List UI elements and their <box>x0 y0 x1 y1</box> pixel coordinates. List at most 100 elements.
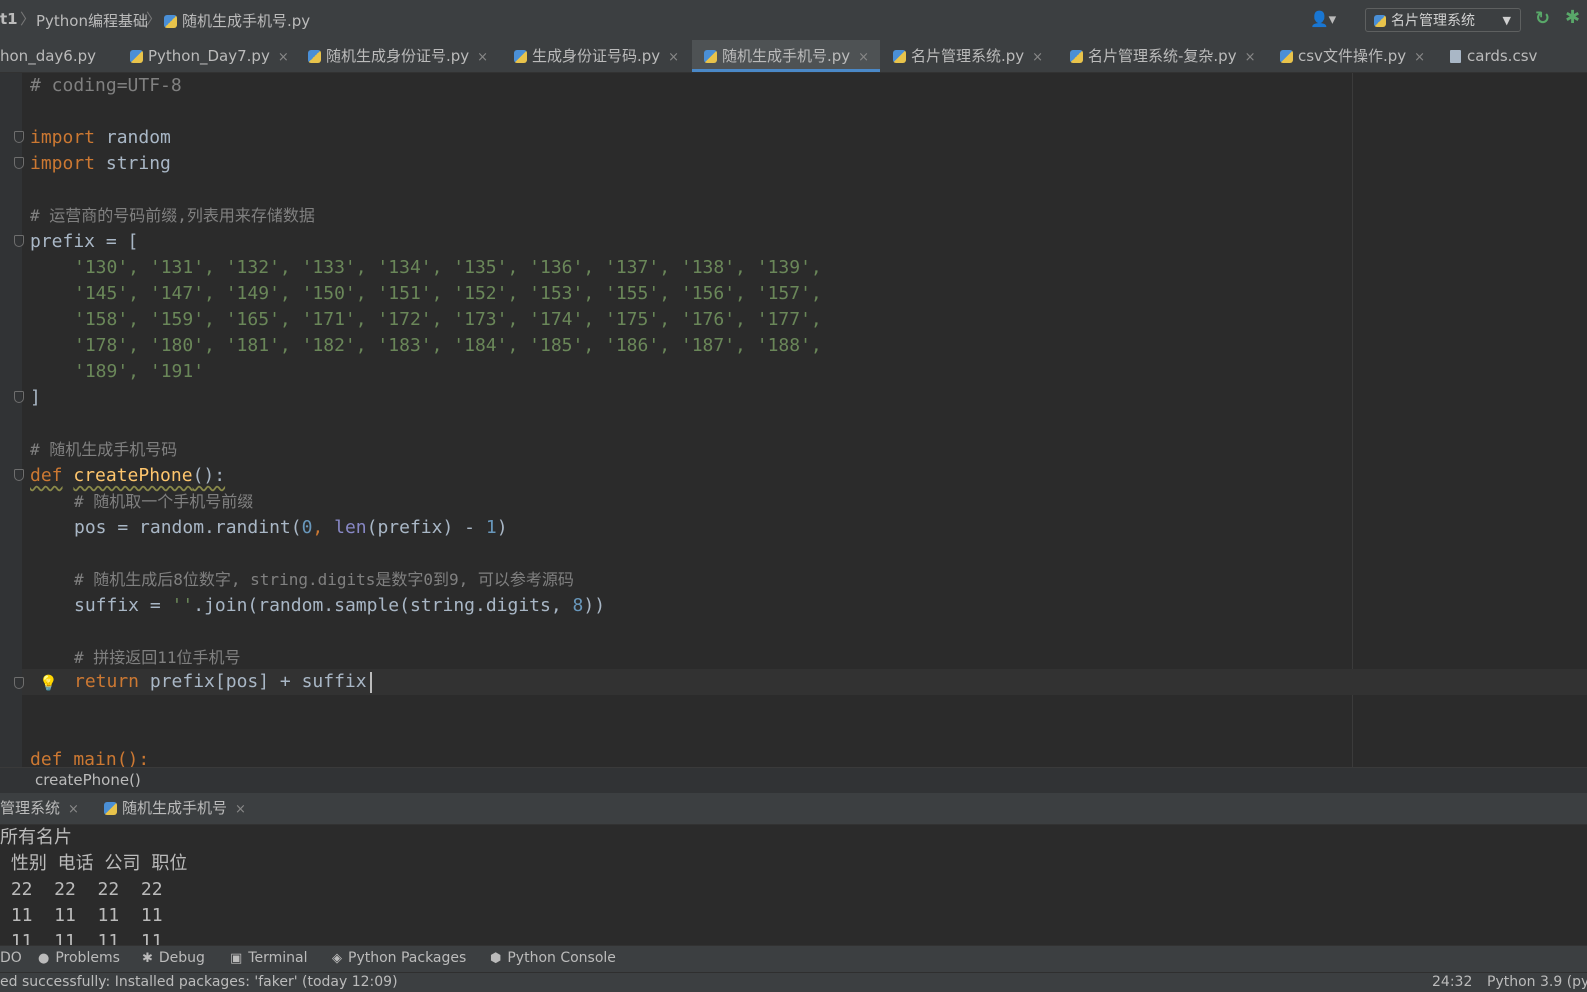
bug-icon: ✱ <box>142 951 153 966</box>
code-line: # 随机生成手机号码 <box>30 440 178 459</box>
code-line: '145', '147', '149', '150', '151', '152'… <box>74 283 822 304</box>
run-configuration-select[interactable]: 名片管理系统 ▼ <box>1365 8 1521 32</box>
code-line: import random <box>30 127 171 148</box>
close-icon[interactable]: × <box>68 802 79 817</box>
run-console[interactable]: 所有名片 性别 电话 公司 职位 22 22 22 22 11 11 11 11… <box>0 825 1587 945</box>
run-tab-card-manager[interactable]: 管理系统 × <box>0 793 86 824</box>
code-line: prefix = [ <box>30 231 139 252</box>
code-line: # 随机生成后8位数字, string.digits是数字0到9, 可以参考源码 <box>74 570 574 589</box>
tab-label: hon_day6.py <box>0 47 96 65</box>
close-icon[interactable]: × <box>1414 50 1425 65</box>
rerun-icon[interactable]: ↻ <box>1535 8 1550 29</box>
fold-icon[interactable] <box>14 391 24 403</box>
fold-icon[interactable] <box>14 677 24 689</box>
interpreter-indicator[interactable]: Python 3.9 (py <box>1487 974 1587 990</box>
tab-python-day7[interactable]: Python_Day7.py × <box>130 40 290 72</box>
console-line: 所有名片 <box>0 827 72 848</box>
navigation-bar: t1 〉 Python编程基础 〉 随机生成手机号.py 👤▾ 名片管理系统 ▼… <box>0 0 1587 41</box>
close-icon[interactable]: × <box>1245 50 1256 65</box>
user-icon[interactable]: 👤▾ <box>1310 10 1336 28</box>
nav-separator: 〉 <box>146 10 162 28</box>
tab-random-id[interactable]: 随机生成身份证号.py × <box>308 40 496 72</box>
close-icon[interactable]: × <box>668 50 679 65</box>
python-file-icon <box>893 50 906 63</box>
code-breadcrumb[interactable]: createPhone() <box>0 767 1587 793</box>
close-icon[interactable]: × <box>278 50 289 65</box>
run-tab-random-phone[interactable]: 随机生成手机号 × <box>104 793 254 824</box>
console-line: 性别 电话 公司 职位 <box>0 853 188 874</box>
code-line: # coding=UTF-8 <box>30 75 182 96</box>
tool-label: DO <box>0 950 22 966</box>
console-line: 22 22 22 22 <box>0 879 163 900</box>
fold-icon[interactable] <box>14 235 24 247</box>
tool-label: Python Packages <box>348 950 467 966</box>
python-file-icon <box>1280 50 1293 63</box>
tool-debug[interactable]: ✱ Debug <box>142 950 205 966</box>
python-console-icon: ⬢ <box>490 951 502 966</box>
code-line: pos = random.randint(0, len(prefix) - 1) <box>74 517 508 538</box>
chevron-down-icon: ▼ <box>1502 14 1511 27</box>
console-line: 11 11 11 11 <box>0 931 163 945</box>
code-line: suffix = ''.join(random.sample(string.di… <box>74 595 606 616</box>
tool-python-packages[interactable]: ◈ Python Packages <box>332 950 466 966</box>
close-icon[interactable]: × <box>477 50 488 65</box>
fold-icon[interactable] <box>14 131 24 143</box>
nav-folder[interactable]: Python编程基础 <box>36 10 148 31</box>
close-icon[interactable]: × <box>1032 50 1043 65</box>
tab-label: 名片管理系统-复杂.py <box>1088 47 1237 65</box>
console-line: 11 11 11 11 <box>0 905 163 926</box>
right-margin-guide <box>1352 73 1353 767</box>
code-line: # 随机取一个手机号前缀 <box>74 492 254 511</box>
tool-todo[interactable]: DO <box>0 950 22 966</box>
tool-problems[interactable]: ● Problems <box>38 950 120 966</box>
tab-csv-ops[interactable]: csv文件操作.py × <box>1280 40 1430 72</box>
fold-icon[interactable] <box>14 157 24 169</box>
tool-label: Terminal <box>248 950 308 966</box>
code-line: # 拼接返回11位手机号 <box>74 648 241 667</box>
tab-generate-id[interactable]: 生成身份证号码.py × <box>514 40 686 72</box>
csv-file-icon <box>1450 50 1461 63</box>
tab-label: 管理系统 <box>0 799 61 817</box>
status-bar: ed successfully: Installed packages: 'fa… <box>0 972 1587 992</box>
code-line: '130', '131', '132', '133', '134', '135'… <box>74 257 822 278</box>
fold-icon[interactable] <box>14 469 24 481</box>
tab-label: 生成身份证号码.py <box>532 47 661 65</box>
caret-position[interactable]: 24:32 <box>1432 974 1472 990</box>
tab-cards-csv[interactable]: cards.csv <box>1450 40 1560 72</box>
tool-label: Problems <box>55 950 120 966</box>
run-config-label: 名片管理系统 <box>1391 13 1475 29</box>
close-icon[interactable]: × <box>858 50 869 65</box>
python-file-icon <box>130 50 143 63</box>
python-file-icon <box>704 50 717 63</box>
run-tabs: 管理系统 × 随机生成手机号 × <box>0 793 1587 825</box>
text-caret <box>370 672 372 693</box>
code-line: return prefix[pos] + suffix <box>74 671 367 692</box>
tab-label: csv文件操作.py <box>1298 47 1407 65</box>
tool-python-console[interactable]: ⬢ Python Console <box>490 950 616 966</box>
breadcrumb-function[interactable]: createPhone() <box>35 771 141 789</box>
tab-label: 随机生成手机号 <box>122 799 228 817</box>
nav-file[interactable]: 随机生成手机号.py <box>164 10 310 31</box>
code-line: # 运营商的号码前缀,列表用来存储数据 <box>30 206 315 225</box>
lightbulb-icon[interactable]: 💡 <box>39 674 58 692</box>
nav-project[interactable]: t1 <box>0 10 18 28</box>
code-line: '189', '191' <box>74 361 205 382</box>
tab-card-manager[interactable]: 名片管理系统.py × <box>893 40 1053 72</box>
editor-gutter[interactable] <box>0 73 22 767</box>
terminal-icon: ▣ <box>230 951 243 966</box>
status-message[interactable]: ed successfully: Installed packages: 'fa… <box>0 974 398 990</box>
code-line: '158', '159', '165', '171', '172', '173'… <box>74 309 822 330</box>
python-file-icon <box>308 50 321 63</box>
tool-terminal[interactable]: ▣ Terminal <box>230 950 307 966</box>
python-file-icon <box>164 15 177 28</box>
tab-card-manager-complex[interactable]: 名片管理系统-复杂.py × <box>1070 40 1262 72</box>
code-line: ] <box>30 387 41 408</box>
tab-label: cards.csv <box>1467 47 1538 65</box>
tab-python-day6[interactable]: hon_day6.py <box>0 40 118 72</box>
nav-file-label: 随机生成手机号.py <box>182 12 311 30</box>
debug-icon[interactable]: ✱ <box>1565 7 1580 28</box>
nav-separator: 〉 <box>20 10 36 28</box>
packages-icon: ◈ <box>332 951 342 966</box>
close-icon[interactable]: × <box>235 802 246 817</box>
tab-random-phone[interactable]: 随机生成手机号.py × <box>692 40 880 72</box>
